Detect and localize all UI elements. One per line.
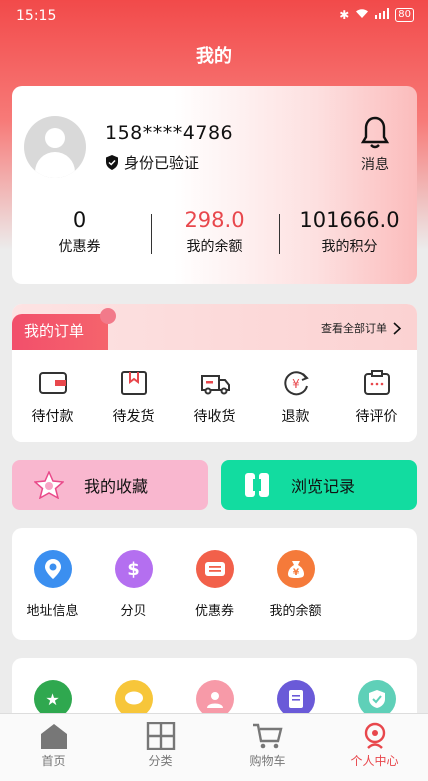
status-icons: ✱ 80 — [339, 8, 414, 22]
chevron-right-icon — [393, 321, 401, 335]
user-icon — [364, 722, 385, 749]
tab-label: 首页 — [41, 754, 66, 768]
svg-text:¥: ¥ — [292, 377, 300, 391]
orders-card: 我的订单 查看全部订单 待付款 待发货 待收货 ¥ 退款 待评价 — [12, 304, 417, 442]
stat-label: 我的余额 — [186, 239, 243, 255]
view-all-orders-link[interactable]: 查看全部订单 — [321, 320, 401, 336]
history-label: 浏览记录 — [291, 477, 356, 496]
message-button[interactable]: 消息 — [353, 116, 397, 174]
verified-label: 身份已验证 — [124, 154, 200, 172]
coupon-icon — [195, 550, 234, 588]
message-label: 消息 — [361, 157, 389, 173]
dollar-icon: $ — [114, 550, 153, 588]
phone-number: 158****4786 — [105, 122, 234, 144]
stat-value: 298.0 — [184, 208, 245, 232]
view-all-label: 查看全部订单 — [321, 322, 387, 335]
grid-icon — [146, 722, 175, 750]
service-label: 分贝 — [120, 604, 147, 619]
order-pending-review[interactable]: 待评价 — [336, 350, 417, 442]
page-title: 我的 — [196, 46, 232, 67]
location-icon — [33, 550, 72, 588]
orders-title: 我的订单 — [12, 308, 116, 350]
status-bar: 15:15 ✱ 80 — [0, 0, 428, 32]
service-balance[interactable]: ¥ 我的余额 — [255, 528, 336, 640]
favorites-label: 我的收藏 — [84, 477, 149, 496]
order-item-label: 待收货 — [193, 409, 236, 425]
tab-profile[interactable]: 个人中心 — [321, 714, 428, 781]
svg-text:¥: ¥ — [292, 568, 299, 578]
history-button[interactable]: 浏览记录 — [221, 460, 417, 510]
refund-icon: ¥ — [283, 371, 309, 396]
order-refund[interactable]: ¥ 退款 — [255, 350, 336, 442]
battery-icon: 80 — [395, 8, 414, 22]
tab-cart[interactable]: 购物车 — [214, 714, 321, 781]
tab-label: 购物车 — [249, 754, 286, 768]
bottom-tab-bar: 首页 分类 购物车 个人中心 — [0, 713, 428, 781]
avatar[interactable] — [24, 116, 86, 178]
review-icon — [363, 370, 390, 395]
service-address[interactable]: 地址信息 — [12, 528, 93, 640]
stat-value: 0 — [72, 208, 87, 232]
favorites-button[interactable]: 我的收藏 — [12, 460, 208, 510]
order-item-label: 待评价 — [355, 409, 398, 425]
stats-divider — [279, 214, 280, 254]
order-pending-shipment[interactable]: 待发货 — [93, 350, 174, 442]
signal-icon — [375, 8, 390, 22]
service-fenbei[interactable]: $ 分贝 — [93, 528, 174, 640]
package-icon — [120, 371, 147, 395]
stat-label: 我的积分 — [321, 239, 378, 255]
stat-coupons[interactable]: 0 优惠券 — [12, 206, 147, 256]
star-icon — [34, 471, 64, 499]
service-label: 地址信息 — [26, 604, 79, 619]
wifi-icon — [355, 8, 369, 22]
order-item-label: 待发货 — [112, 409, 155, 425]
bell-icon — [360, 116, 390, 149]
stats-divider — [151, 214, 152, 254]
services-card: 地址信息 $ 分贝 优惠券 ¥ 我的余额 — [12, 528, 417, 640]
order-status-row: 待付款 待发货 待收货 ¥ 退款 待评价 — [12, 350, 417, 442]
truck-icon — [200, 375, 230, 395]
wallet-icon — [38, 372, 67, 394]
stat-label: 优惠券 — [58, 239, 101, 255]
order-item-label: 退款 — [281, 409, 310, 425]
tab-label: 分类 — [148, 754, 173, 768]
order-pending-payment[interactable]: 待付款 — [12, 350, 93, 442]
service-coupon[interactable]: 优惠券 — [174, 528, 255, 640]
bluetooth-icon: ✱ — [339, 8, 350, 22]
home-icon — [40, 724, 67, 749]
verified-badge: 身份已验证 — [105, 152, 199, 173]
order-item-label: 待付款 — [31, 409, 74, 425]
stat-balance[interactable]: 298.0 我的余额 — [147, 206, 282, 256]
stat-value: 101666.0 — [299, 208, 400, 232]
tab-label: 个人中心 — [350, 754, 399, 768]
service-label: 优惠券 — [194, 604, 234, 619]
tab-category[interactable]: 分类 — [107, 714, 214, 781]
order-pending-receipt[interactable]: 待收货 — [174, 350, 255, 442]
service-label: 我的余额 — [269, 604, 322, 619]
stat-points[interactable]: 101666.0 我的积分 — [282, 206, 417, 256]
shield-icon — [106, 155, 118, 170]
cart-icon — [252, 723, 283, 749]
money-bag-icon: ¥ — [276, 550, 315, 588]
tab-home[interactable]: 首页 — [0, 714, 107, 781]
status-time: 15:15 — [16, 8, 57, 24]
stats-row: 0 优惠券 298.0 我的余额 101666.0 我的积分 — [12, 206, 417, 256]
orders-header: 我的订单 查看全部订单 — [12, 304, 417, 350]
history-icon — [245, 473, 269, 497]
profile-card: 158****4786 身份已验证 消息 0 优惠券 298.0 我的余额 10… — [12, 86, 417, 284]
